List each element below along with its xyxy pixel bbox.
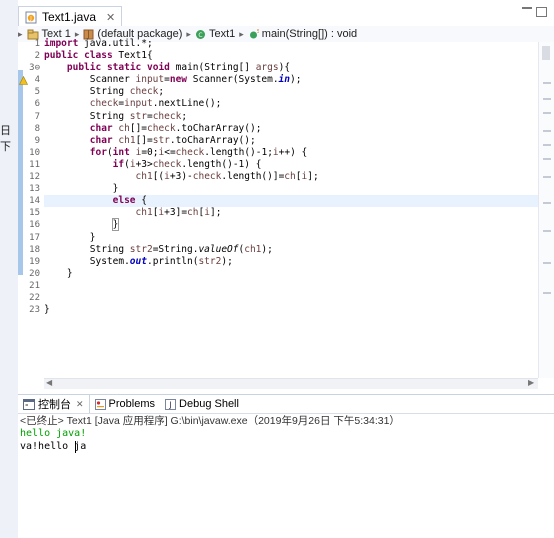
tab-label: 控制台	[38, 399, 71, 411]
code-line[interactable]: for(int i=0;i<=check.length()-1;i++) {	[44, 147, 538, 159]
code-line[interactable]: }	[44, 232, 538, 244]
line-number: 14	[29, 196, 40, 207]
overview-ruler[interactable]	[538, 42, 554, 378]
problems-icon	[94, 398, 106, 410]
line-number: 20	[29, 268, 40, 279]
code-line[interactable]: else {	[44, 195, 538, 208]
left-panel-edge	[0, 0, 18, 538]
code-line[interactable]: }	[44, 218, 538, 232]
line-number: 5	[34, 87, 40, 98]
code-text-area[interactable]: import java.util.*; public class Text1{ p…	[44, 38, 538, 316]
code-line[interactable]: char ch1[]=str.toCharArray();	[44, 135, 538, 147]
line-number: 10	[29, 147, 40, 158]
code-line[interactable]: ch1[(i+3)-check.length()]=ch[i];	[44, 171, 538, 183]
line-number: 9	[34, 135, 40, 146]
code-line[interactable]: public static void main(String[] args){	[44, 62, 538, 74]
line-number: 8	[34, 123, 40, 134]
line-number: 19	[29, 256, 40, 267]
code-line[interactable]: ch1[i+3]=ch[i];	[44, 207, 538, 219]
line-number: 18	[29, 244, 40, 255]
line-number: 13	[29, 184, 40, 195]
close-icon[interactable]: ✕	[76, 399, 84, 410]
editor-tab-label: Text1.java	[42, 10, 97, 24]
code-line[interactable]: }	[44, 304, 538, 316]
left-panel-label: 日 下	[0, 125, 11, 153]
code-line[interactable]: String str2=String.valueOf(ch1);	[44, 244, 538, 256]
svg-text:J: J	[29, 16, 31, 22]
debug-shell-icon: J	[165, 398, 177, 410]
code-line[interactable]: char ch[]=check.toCharArray();	[44, 123, 538, 135]
code-line[interactable]: ​	[44, 292, 538, 304]
line-number: 21	[29, 280, 40, 291]
tab-problems[interactable]: Problems	[90, 395, 160, 413]
code-line[interactable]: ​	[44, 280, 538, 292]
close-icon[interactable]: ✕	[106, 11, 115, 24]
line-number: 23	[29, 305, 40, 316]
code-line[interactable]: if(i+3>check.length()-1) {	[44, 159, 538, 171]
code-line[interactable]: System.out.println(str2);	[44, 256, 538, 268]
line-number: 1	[34, 39, 40, 49]
console-status-line: <已终止> Text1 [Java 应用程序] G:\bin\javaw.exe…	[20, 415, 400, 427]
maximize-icon[interactable]	[536, 7, 547, 17]
horizontal-scrollbar[interactable]	[44, 378, 538, 389]
java-file-icon: J	[25, 11, 37, 23]
line-number: 17	[29, 232, 40, 243]
console-output-line: va!hello ja	[20, 441, 87, 452]
code-line[interactable]: String str=check;	[44, 111, 538, 123]
code-line[interactable]: }	[44, 268, 538, 280]
console-icon	[23, 398, 35, 410]
code-line[interactable]: import java.util.*;	[44, 38, 538, 50]
line-number: 12	[29, 172, 40, 183]
code-line[interactable]: }	[44, 183, 538, 195]
line-number: 6	[34, 99, 40, 110]
vertical-scrollbar-thumb[interactable]	[542, 46, 550, 60]
tab-debug-shell[interactable]: J Debug Shell	[160, 395, 244, 413]
code-line[interactable]: public class Text1{	[44, 50, 538, 62]
tab-label: Debug Shell	[179, 398, 239, 410]
tab-console[interactable]: 控制台 ✕	[18, 395, 90, 413]
line-number: 2	[34, 51, 40, 62]
line-number: 11	[29, 159, 40, 170]
line-number: 22	[29, 292, 40, 303]
scroll-right-icon[interactable]: ▶	[528, 378, 534, 387]
line-number: 16	[29, 220, 40, 231]
code-line[interactable]: String check;	[44, 86, 538, 98]
editor-tab-text1[interactable]: J Text1.java ✕	[18, 6, 123, 27]
code-line[interactable]: Scanner input=new Scanner(System.in);	[44, 74, 538, 86]
line-number: 15	[29, 208, 40, 219]
view-tab-bar: 控制台 ✕ Problems J Debug Shell	[18, 394, 554, 414]
tab-label: Problems	[108, 398, 156, 410]
console-input-line: hello java!	[20, 428, 87, 439]
svg-text:S: S	[257, 29, 259, 35]
warning-marker-icon[interactable]	[19, 76, 28, 85]
line-number: 7	[34, 111, 40, 122]
scroll-left-icon[interactable]: ◀	[46, 378, 52, 387]
line-number[interactable]: 3⊖	[20, 62, 40, 74]
text-cursor	[75, 441, 76, 453]
code-line[interactable]: check=input.nextLine();	[44, 98, 538, 110]
minimize-icon[interactable]	[522, 7, 532, 13]
svg-text:J: J	[168, 400, 171, 409]
console-output-area[interactable]	[18, 426, 554, 538]
